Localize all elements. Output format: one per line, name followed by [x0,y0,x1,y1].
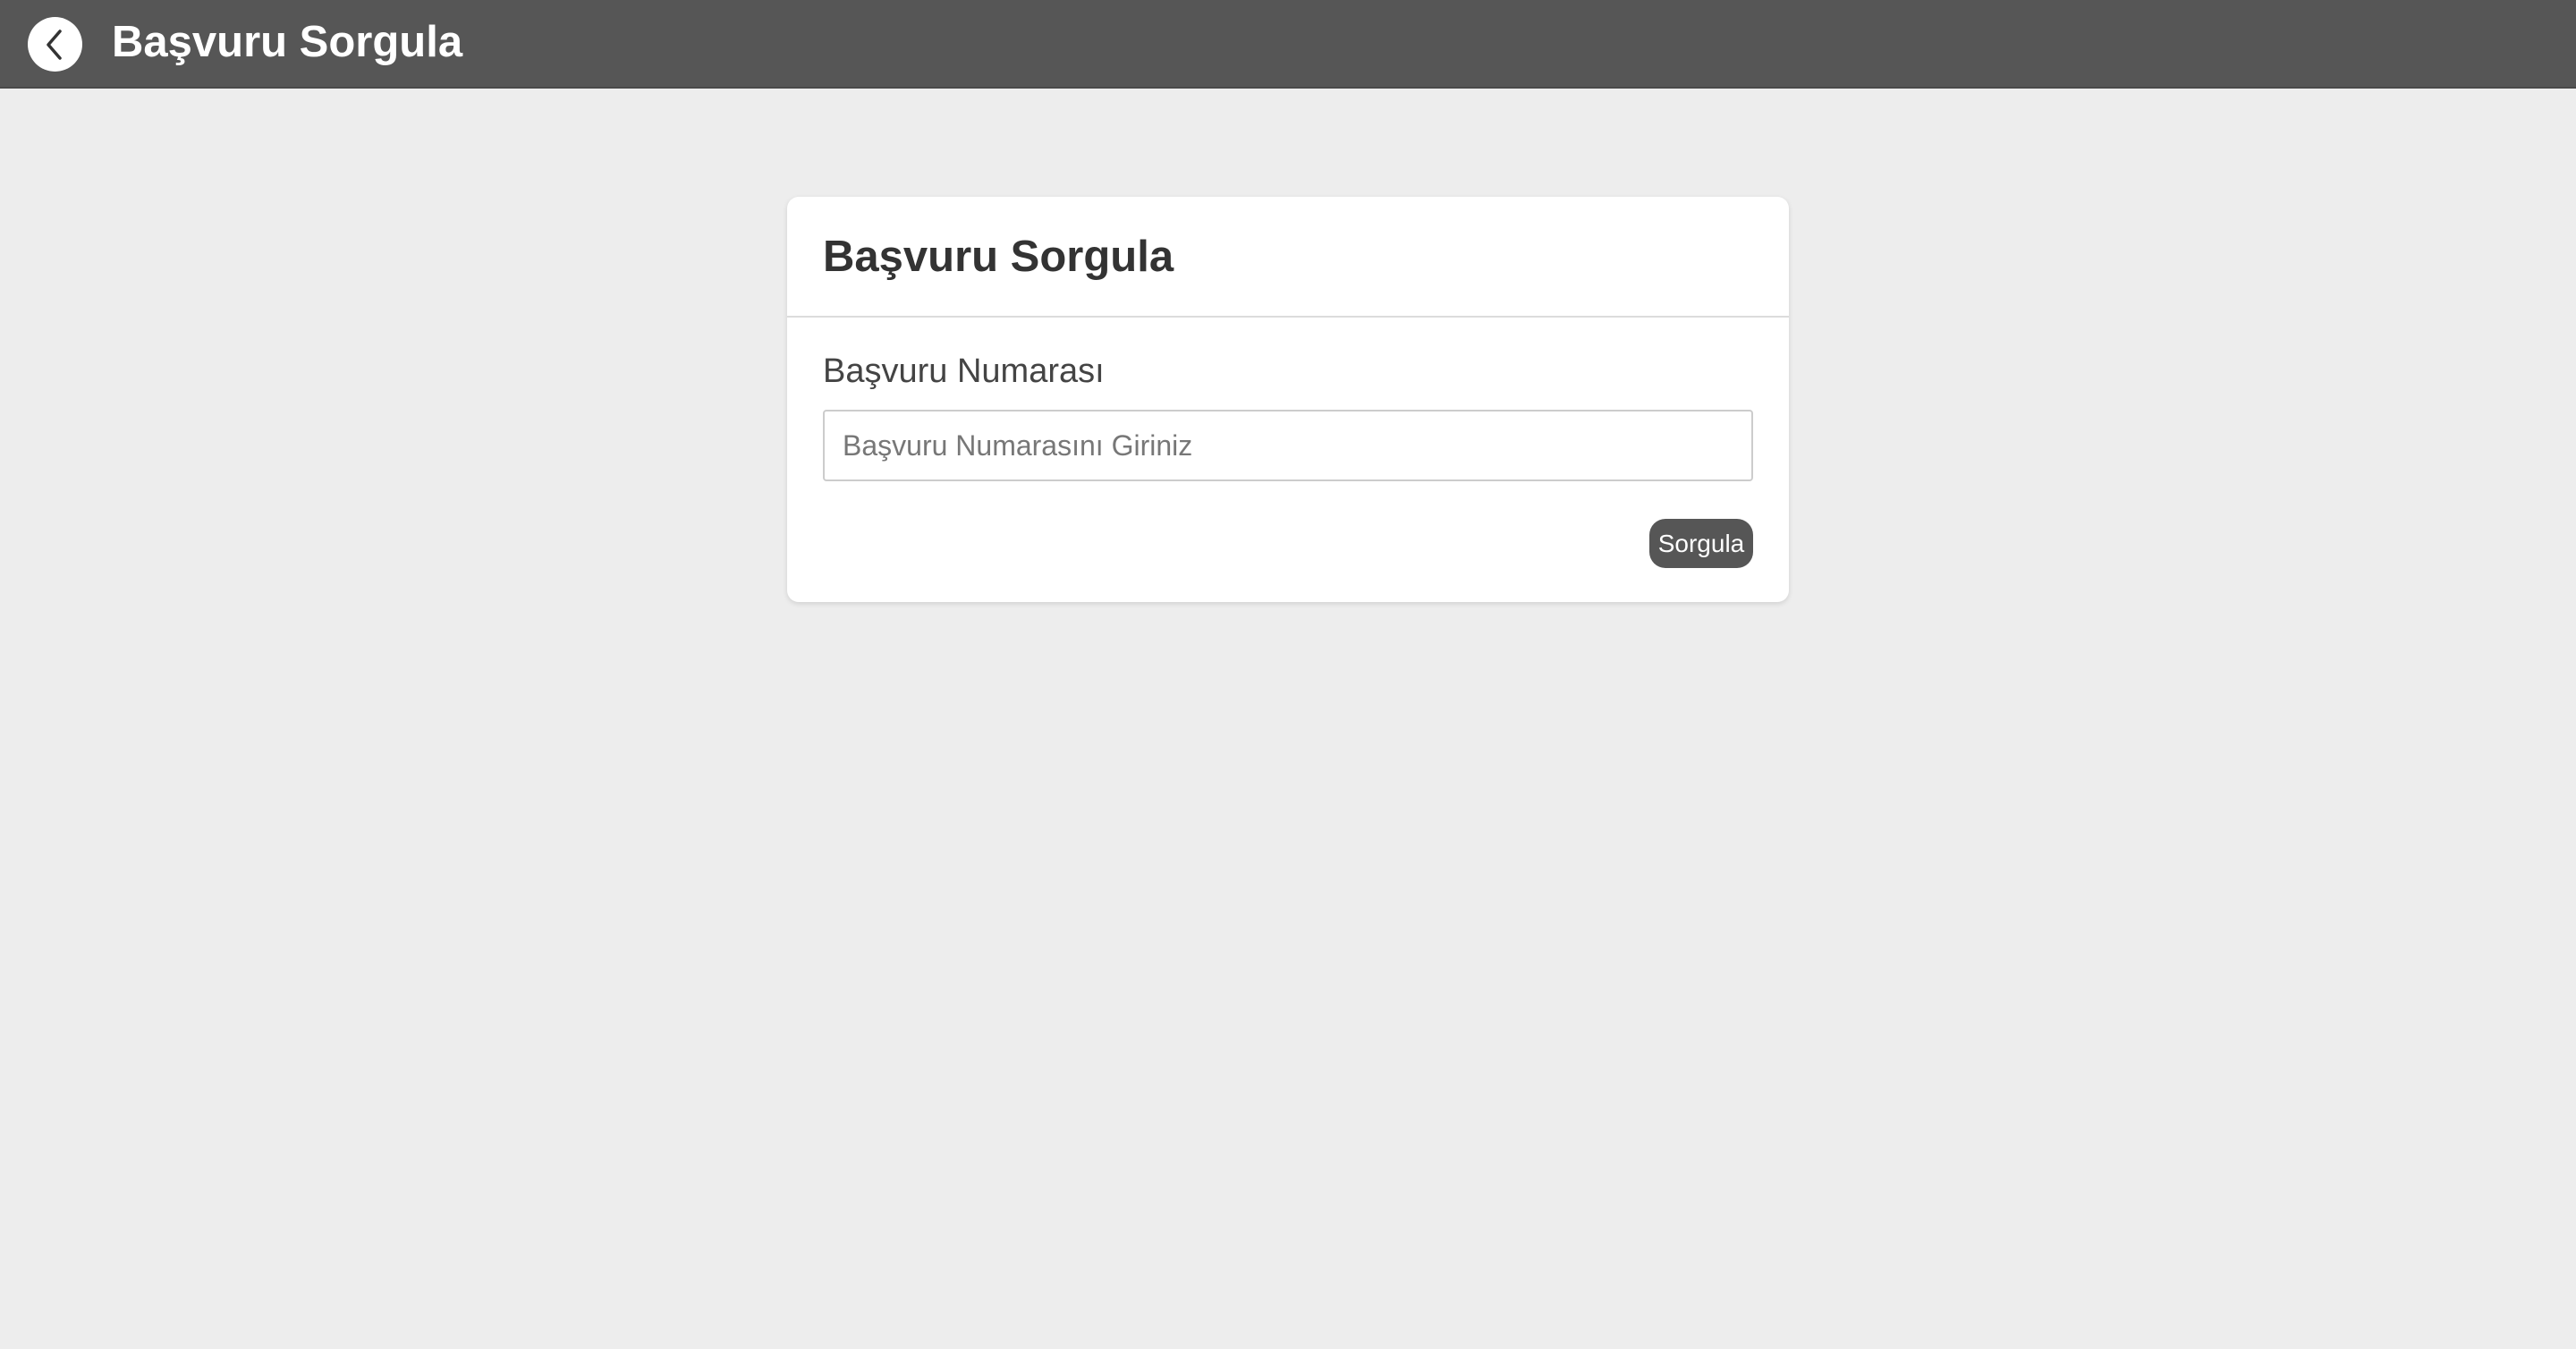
application-number-label: Başvuru Numarası [823,352,1105,390]
card-title: Başvuru Sorgula [823,233,1174,281]
page-title: Başvuru Sorgula [112,18,463,66]
card-header: Başvuru Sorgula [787,197,1789,318]
back-button[interactable] [28,17,82,72]
query-button[interactable]: Sorgula [1649,519,1753,568]
top-app-bar: Başvuru Sorgula [0,0,2576,89]
query-card: Başvuru Sorgula Başvuru Numarası Sorgula [787,197,1789,602]
chevron-left-icon [46,29,62,60]
application-number-input[interactable] [823,410,1753,481]
